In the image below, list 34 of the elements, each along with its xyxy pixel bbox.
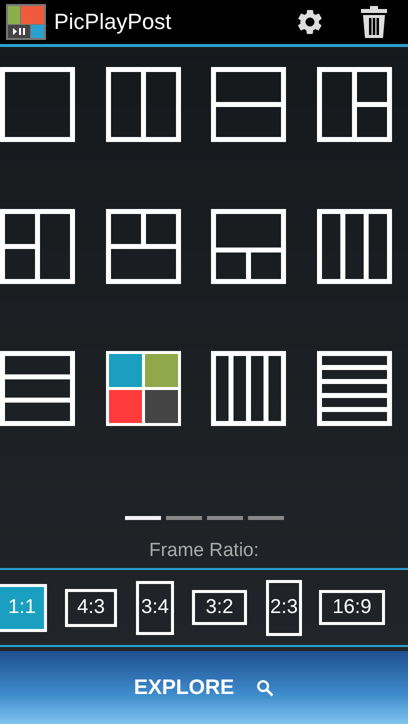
frame-template[interactable] [211, 67, 286, 142]
frame-layout-icon [316, 351, 392, 426]
frame-ratio-label: Frame Ratio: [148, 540, 260, 563]
frame-template[interactable] [211, 351, 286, 426]
frame-layout-icon [106, 209, 180, 284]
frame-layout-icon [106, 67, 180, 142]
frame-layout-icon [211, 67, 286, 142]
search-icon [256, 678, 274, 696]
frame-layout-icon [211, 351, 286, 426]
frame-layout-icon [316, 209, 392, 284]
ratio-option[interactable]: 4:3 [65, 588, 117, 626]
frame-template[interactable] [316, 351, 392, 426]
frame-template[interactable] [106, 209, 180, 284]
ratio-option[interactable]: 3:2 [192, 590, 247, 625]
frame-template[interactable] [316, 67, 392, 142]
frame-layout-icon [0, 67, 75, 142]
ratio-option[interactable]: 3:4 [136, 580, 174, 634]
frame-template[interactable] [0, 209, 75, 284]
explore-button[interactable]: EXPLORE [0, 651, 408, 724]
frame-template[interactable] [211, 209, 286, 284]
frame-template[interactable] [0, 67, 75, 142]
frame-layout-icon [0, 351, 75, 426]
frame-template[interactable] [0, 351, 75, 426]
frame-template[interactable] [316, 209, 392, 284]
frame-template[interactable] [106, 351, 180, 426]
app-title: PicPlayPost [54, 9, 172, 35]
color-grid-icon [106, 351, 180, 426]
frame-layout-icon [316, 67, 392, 142]
ratio-option[interactable]: 2:3 [266, 580, 302, 636]
logo-icon [6, 4, 46, 40]
frame-layout-icon [211, 209, 286, 284]
ratio-option[interactable]: 16:9 [319, 590, 385, 625]
frame-template[interactable] [106, 67, 180, 142]
frame-layout-icon [0, 209, 75, 284]
